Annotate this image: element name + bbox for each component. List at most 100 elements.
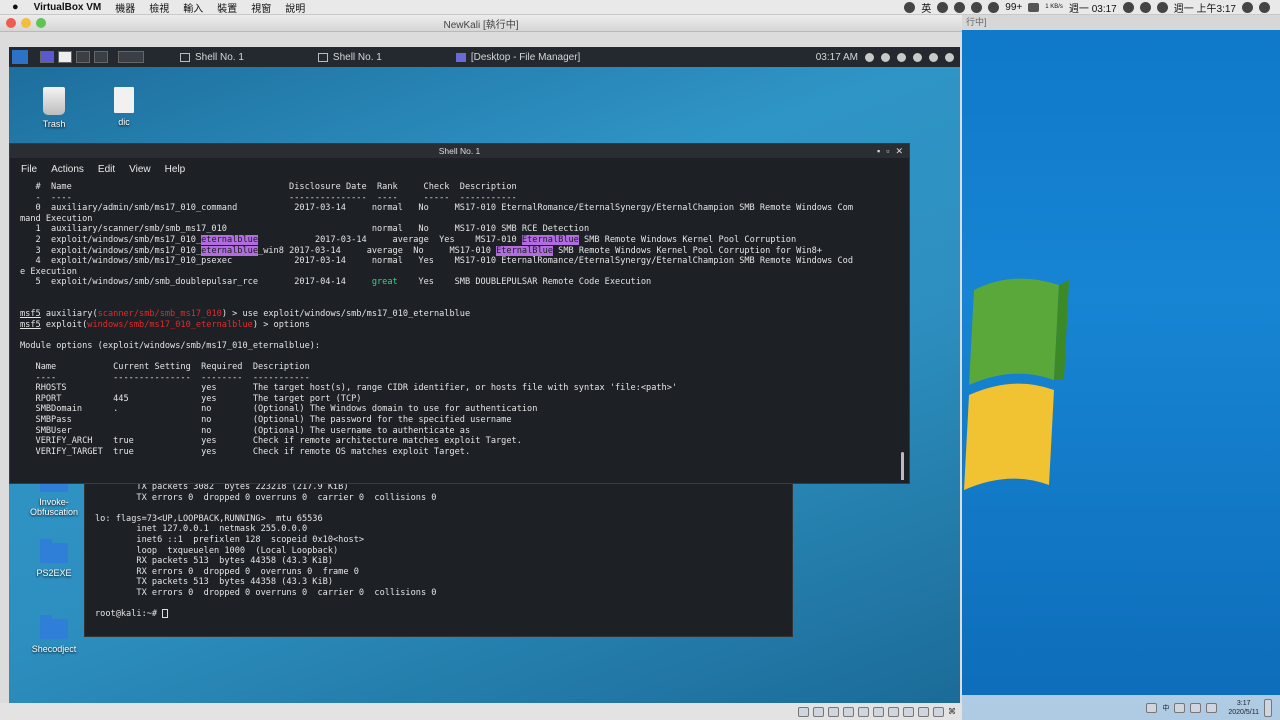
document-icon: [114, 87, 134, 113]
bg-line: lo: flags=73<UP,LOOPBACK,RUNNING> mtu 65…: [95, 513, 323, 524]
check-icon[interactable]: [971, 1, 983, 13]
desktop-icon-trash[interactable]: Trash: [24, 87, 84, 129]
win7-title: 行中]: [966, 17, 987, 27]
net-speed-up: 1 KB/s: [1045, 4, 1063, 10]
bell-icon[interactable]: [897, 52, 906, 62]
task-shell-1[interactable]: Shell No. 1: [172, 47, 252, 67]
workspace-3[interactable]: [76, 51, 90, 63]
search-row: e Execution: [20, 266, 77, 277]
usb-icon[interactable]: [858, 706, 869, 717]
terminal-scrollbar[interactable]: [901, 452, 904, 480]
input-lang[interactable]: 英: [921, 0, 931, 15]
win7-vm-window[interactable]: 行中] 中 3:17 2020/5/11: [962, 15, 1280, 720]
apple-icon[interactable]: ●: [0, 1, 27, 13]
options-header: Name Current Setting Required Descriptio…: [20, 362, 310, 373]
close-window-button[interactable]: [6, 18, 16, 28]
hdd-icon[interactable]: [798, 706, 809, 717]
menu-devices[interactable]: 裝置: [210, 0, 244, 15]
guest-screen[interactable]: Shell No. 1 Shell No. 1 [Desktop - File …: [9, 47, 960, 703]
terminal-titlebar[interactable]: Shell No. 1 ▪ ▫ ✕: [10, 144, 909, 158]
show-desktop-button[interactable]: [1264, 698, 1272, 717]
search-icon[interactable]: [1242, 1, 1253, 13]
menu-actions[interactable]: Actions: [51, 164, 84, 175]
minimize-icon[interactable]: ▪: [877, 144, 880, 158]
battery-icon[interactable]: [1028, 2, 1040, 12]
task-file-manager[interactable]: [Desktop - File Manager]: [448, 47, 589, 67]
task-label: Shell No. 1: [332, 51, 382, 63]
module-options-heading: Module options (exploit/windows/smb/ms17…: [20, 340, 321, 351]
win7-titlebar[interactable]: 行中]: [962, 15, 1280, 30]
notification-count[interactable]: 99+: [1005, 2, 1022, 13]
menu-edit[interactable]: Edit: [98, 164, 115, 175]
display-icon[interactable]: [888, 706, 899, 717]
menu-view[interactable]: 檢視: [142, 0, 176, 15]
network-icon[interactable]: [843, 706, 854, 717]
desktop-icon-shecodject[interactable]: Shecodject: [24, 615, 84, 654]
window-icon[interactable]: [865, 52, 874, 62]
minimize-window-button[interactable]: [21, 18, 31, 28]
audio-icon[interactable]: [828, 706, 839, 717]
kali-clock[interactable]: 03:17 AM: [816, 52, 858, 63]
terminal-output[interactable]: # Name Disclosure Date Rank Check Descri…: [10, 180, 909, 480]
bg-line: TX errors 0 dropped 0 overruns 0 carrier…: [95, 492, 437, 503]
shared-folder-icon[interactable]: [873, 706, 884, 717]
desktop-icon-dic[interactable]: dic: [94, 87, 154, 127]
menu-view[interactable]: View: [129, 164, 151, 175]
recording-icon[interactable]: [903, 706, 914, 717]
search-row: 1 auxiliary/scanner/smb/smb_ms17_010 nor…: [20, 224, 590, 235]
task-shell-2[interactable]: Shell No. 1: [310, 47, 390, 67]
search-header: # Name Disclosure Date Rank Check Descri…: [20, 182, 517, 192]
workspace-4[interactable]: [94, 51, 108, 63]
win7-date: 2020/5/11: [1228, 708, 1259, 716]
app-menu[interactable]: VirtualBox VM: [27, 2, 109, 13]
workspace-1[interactable]: [40, 51, 54, 63]
zoom-window-button[interactable]: [36, 18, 46, 28]
tray-icon[interactable]: [1146, 702, 1158, 713]
wifi-icon[interactable]: [1139, 1, 1151, 13]
win7-clock[interactable]: 3:17 2020/5/11: [1228, 699, 1259, 717]
speaker-icon[interactable]: [881, 52, 890, 62]
dropbox-icon[interactable]: [1122, 1, 1134, 13]
maximize-icon[interactable]: ▫: [886, 144, 889, 158]
option-row: SMBPass no (Optional) The password for t…: [20, 415, 512, 426]
record-icon[interactable]: [904, 1, 916, 13]
msf-prompt-2: msf5 exploit(windows/smb/ms17_010_eterna…: [20, 319, 310, 330]
search-row: 0 auxiliary/admin/smb/ms17_010_command 2…: [20, 203, 854, 214]
menu-window[interactable]: 視窗: [244, 0, 278, 15]
menu-list-icon[interactable]: [1259, 1, 1270, 13]
network-icon[interactable]: [1206, 702, 1218, 713]
power-icon[interactable]: [945, 52, 954, 62]
kali-menu-icon[interactable]: [12, 50, 28, 64]
win7-ime[interactable]: 中: [1162, 703, 1169, 713]
foreground-terminal[interactable]: Shell No. 1 ▪ ▫ ✕ File Actions Edit View…: [9, 143, 910, 484]
close-icon[interactable]: ✕: [895, 144, 903, 158]
menu-help[interactable]: Help: [165, 164, 186, 175]
upload-icon[interactable]: [988, 1, 1000, 13]
option-row: SMBDomain . no (Optional) The Windows do…: [20, 404, 538, 415]
mouse-icon[interactable]: [933, 706, 944, 717]
volume-icon[interactable]: [1156, 1, 1168, 13]
menu-help[interactable]: 說明: [278, 0, 312, 15]
options-rule: ---- --------------- -------- ----------…: [20, 372, 310, 383]
mac-clock[interactable]: 週一 上午3:17: [1174, 0, 1236, 15]
task-label: [Desktop - File Manager]: [470, 51, 581, 63]
lock-icon[interactable]: [929, 52, 938, 62]
desktop-icon-ps2exe[interactable]: PS2EXE: [24, 539, 84, 578]
cpu-icon[interactable]: [918, 706, 929, 717]
menu-machine[interactable]: 機器: [108, 0, 142, 15]
flag-icon[interactable]: [1190, 702, 1202, 713]
menu-input[interactable]: 輸入: [176, 0, 210, 15]
optical-icon[interactable]: [813, 706, 824, 717]
cloud-icon[interactable]: [937, 1, 949, 13]
tray-icon[interactable]: [1174, 702, 1186, 713]
background-terminal[interactable]: TX packets 3082 bytes 223218 (217.9 KiB)…: [84, 477, 793, 637]
workspace-2[interactable]: [58, 51, 72, 63]
network-icon[interactable]: [913, 52, 922, 62]
workspace-5[interactable]: [118, 51, 144, 63]
vbox-titlebar[interactable]: NewKali [執行中]: [0, 15, 962, 32]
win7-time: 3:17: [1236, 699, 1251, 707]
clock-small[interactable]: 週一 03:17: [1069, 0, 1117, 15]
send-icon[interactable]: [954, 1, 966, 13]
menu-file[interactable]: File: [21, 164, 37, 175]
bg-line: inet6 ::1 prefixlen 128 scopeid 0x10<hos…: [95, 534, 365, 545]
